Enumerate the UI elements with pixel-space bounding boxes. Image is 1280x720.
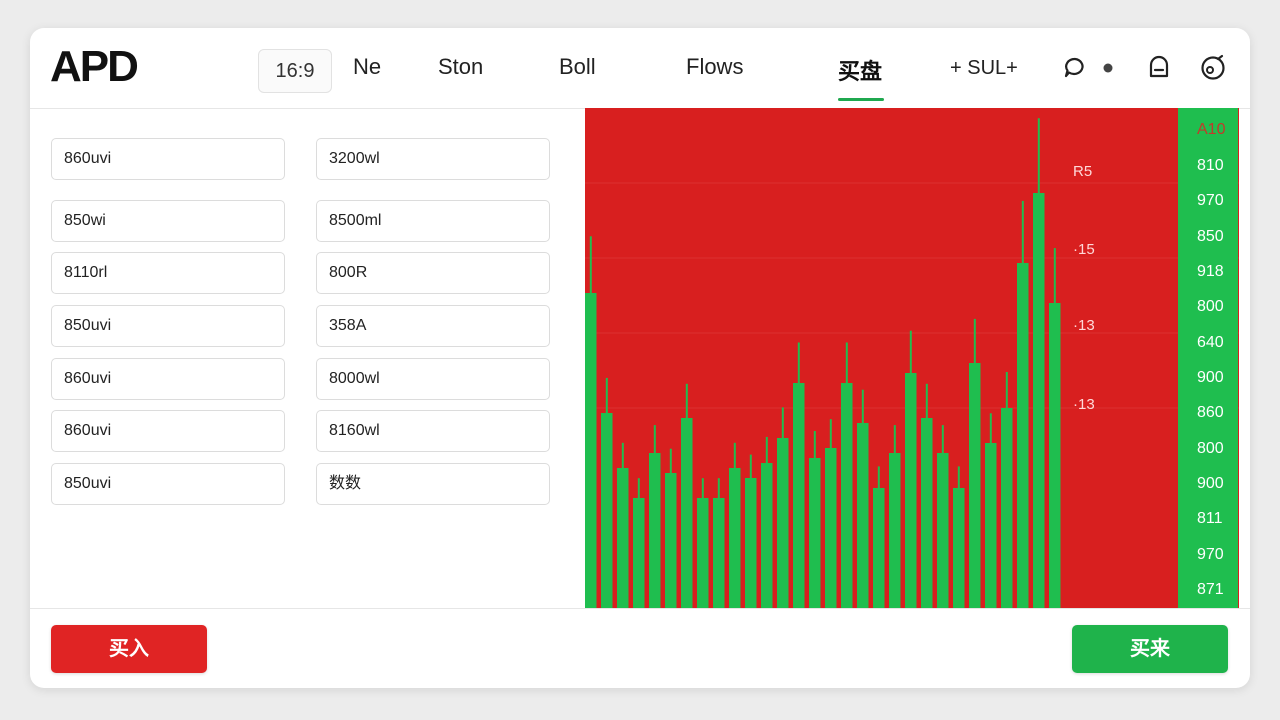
chart-bar [1033,193,1045,608]
chart-bar [841,383,853,608]
chart-bar [713,498,725,608]
chart-bar [745,478,757,608]
axis-tick-label: 810 [1197,157,1224,174]
value-input-left-1[interactable]: 860uvi [51,138,285,180]
chart-bar [601,413,613,608]
chart-bar [697,498,709,608]
chart-bar [873,488,885,608]
chart-inner-label-1: R5 [1073,163,1093,180]
chart-bar [905,373,917,608]
value-input-left-7[interactable]: 850uvi [51,463,285,505]
value-input-right-2[interactable]: 8500ml [316,200,550,242]
add-sub-button[interactable]: + SUL+ [950,52,1018,84]
chart-inner-label-2: ·15 [1073,241,1095,258]
axis-tick-label: A10 [1197,121,1226,138]
value-input-right-4[interactable]: 358A [316,305,550,347]
main-window: APD 16:9 Ne Ston Boll Flows 买盘 + SUL+ 86… [30,28,1250,688]
axis-tick-label: 970 [1197,546,1224,563]
chart-bar [969,363,981,608]
chart-bar [921,418,933,608]
chart-bar [937,453,949,608]
chart-inner-label-3: ·13 [1073,317,1095,334]
chart-bar [889,453,901,608]
buy-button[interactable]: 买入 [51,625,207,673]
active-tab-indicator [838,98,884,101]
chart-bar [1001,408,1013,608]
axis-tick-label: 900 [1197,369,1224,386]
chart-inner-label-4: ·13 [1073,396,1095,413]
value-input-left-3[interactable]: 8110rl [51,252,285,294]
notification-icon[interactable] [1146,52,1172,84]
chart-bar [953,488,965,608]
tab-flows[interactable]: Flows [686,54,743,80]
chart-bar [649,453,661,608]
axis-tick-label: 640 [1197,334,1224,351]
value-input-left-5[interactable]: 860uvi [51,358,285,400]
tab-ston[interactable]: Ston [438,54,483,80]
tab-buy-orders[interactable]: 买盘 [838,54,882,86]
chart-bar [633,498,645,608]
chart-bar [857,423,869,608]
axis-tick-label: 918 [1197,263,1224,280]
chart-bar [985,443,997,608]
footer-bar: 买入 买来 [30,608,1250,688]
axis-tick-label: 800 [1197,440,1224,457]
chart-bar [665,473,677,608]
top-bar: APD 16:9 Ne Ston Boll Flows 买盘 + SUL+ [30,28,1250,109]
aspect-ratio-selector[interactable]: 16:9 [258,49,332,93]
axis-tick-label: 811 [1197,510,1223,527]
chart-bar [761,463,773,608]
axis-tick-label: 871 [1197,581,1224,598]
value-input-left-4[interactable]: 850uvi [51,305,285,347]
value-input-right-1[interactable]: 3200wl [316,138,550,180]
chart-bar [825,448,837,608]
settings-icon[interactable] [1198,52,1228,84]
chart-bar [793,383,805,608]
tab-boll[interactable]: Boll [559,54,596,80]
chart-bar [777,438,789,608]
chart-bar [681,418,693,608]
chart-bar [729,468,741,608]
value-input-left-6[interactable]: 860uvi [51,410,285,452]
dot-icon [1100,52,1116,84]
value-input-right-3[interactable]: 800R [316,252,550,294]
order-flow-chart [585,108,1239,608]
value-input-left-2[interactable]: 850wi [51,200,285,242]
axis-tick-label: 860 [1197,404,1224,421]
axis-tick-label: 900 [1197,475,1224,492]
chat-icon[interactable] [1062,52,1088,84]
chart-bar [585,293,597,608]
chart-bar [809,458,821,608]
chart-bar [1017,263,1029,608]
axis-tick-label: 800 [1197,298,1224,315]
chart-bar [617,468,629,608]
axis-tick-label: 850 [1197,228,1224,245]
value-input-right-6[interactable]: 8160wl [316,410,550,452]
sell-button[interactable]: 买来 [1072,625,1228,673]
chart-bar [1049,303,1061,608]
value-input-right-5[interactable]: 8000wl [316,358,550,400]
tab-ne[interactable]: Ne [353,54,381,80]
axis-tick-label: 970 [1197,192,1224,209]
chart-svg [585,118,1239,608]
price-axis [1178,108,1238,608]
value-input-right-7[interactable]: 数数 [316,463,550,505]
logo: APD [50,42,139,91]
